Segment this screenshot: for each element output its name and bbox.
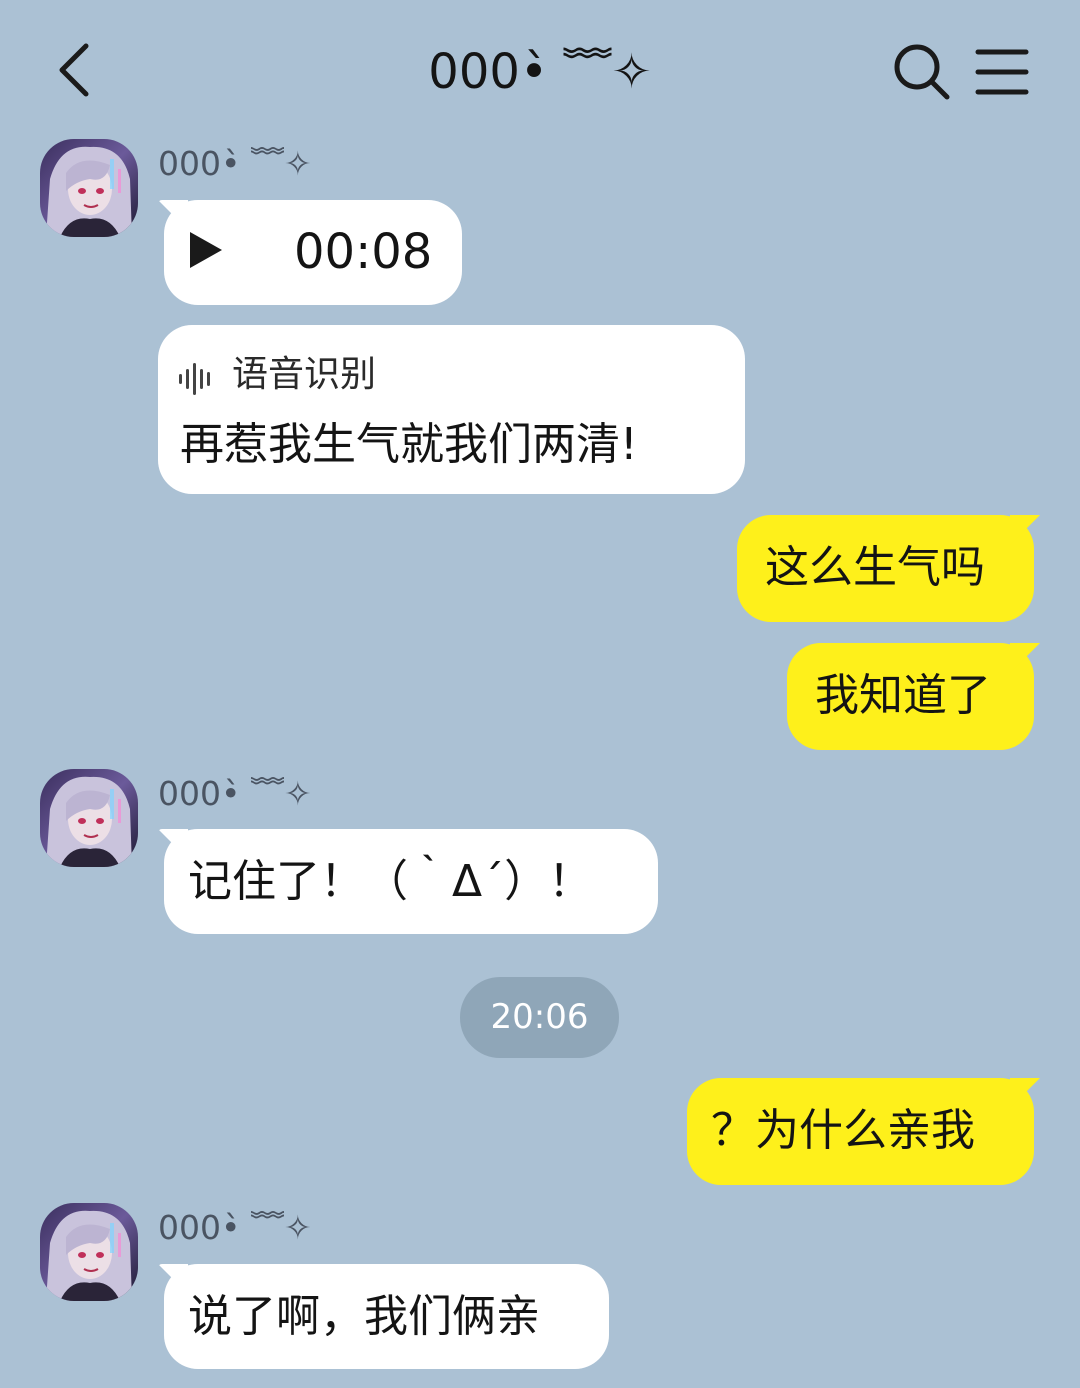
search-icon bbox=[894, 44, 950, 100]
chat-header: 000•̀ ﹌✧ bbox=[0, 0, 1080, 140]
play-icon[interactable] bbox=[186, 230, 226, 270]
avatar-image bbox=[40, 139, 138, 237]
transcript-label: 语音识别 bbox=[232, 354, 377, 395]
voice-duration: 00:08 bbox=[294, 224, 433, 280]
avatar-image bbox=[40, 769, 138, 867]
voice-message-bubble[interactable]: 00:08 bbox=[164, 200, 462, 305]
menu-button[interactable] bbox=[972, 42, 1032, 102]
incoming-message-bubble[interactable]: 记住了！（｀Δ´）！ bbox=[164, 829, 658, 934]
avatar-image bbox=[40, 1203, 138, 1301]
message-text: 我知道了 bbox=[815, 670, 991, 721]
message-text: 说了啊，我们俩亲 bbox=[188, 1291, 540, 1342]
voice-transcript-card[interactable]: 语音识别 再惹我生气就我们两清! bbox=[158, 325, 745, 494]
waveform-icon bbox=[179, 363, 210, 395]
sender-name: 000•̀ ﹌✧ bbox=[158, 1208, 312, 1247]
outgoing-message-bubble[interactable]: ？为什么亲我 bbox=[687, 1078, 1034, 1185]
message-text: 记住了！（｀Δ´）！ bbox=[188, 856, 593, 907]
transcript-text: 再惹我生气就我们两清! bbox=[180, 419, 638, 470]
incoming-message-bubble[interactable]: 说了啊，我们俩亲 bbox=[164, 1264, 609, 1369]
avatar[interactable] bbox=[40, 139, 138, 237]
avatar[interactable] bbox=[40, 1203, 138, 1301]
outgoing-message-bubble[interactable]: 这么生气吗 bbox=[737, 515, 1034, 622]
sender-name: 000•̀ ﹌✧ bbox=[158, 774, 312, 813]
sender-name: 000•̀ ﹌✧ bbox=[158, 144, 312, 183]
outgoing-message-bubble[interactable]: 我知道了 bbox=[787, 643, 1034, 750]
avatar[interactable] bbox=[40, 769, 138, 867]
message-text: 这么生气吗 bbox=[765, 542, 985, 593]
menu-icon bbox=[975, 49, 1029, 95]
message-text: ？为什么亲我 bbox=[711, 1105, 975, 1156]
search-button[interactable] bbox=[890, 40, 954, 104]
timestamp-divider: 20:06 bbox=[460, 977, 619, 1058]
